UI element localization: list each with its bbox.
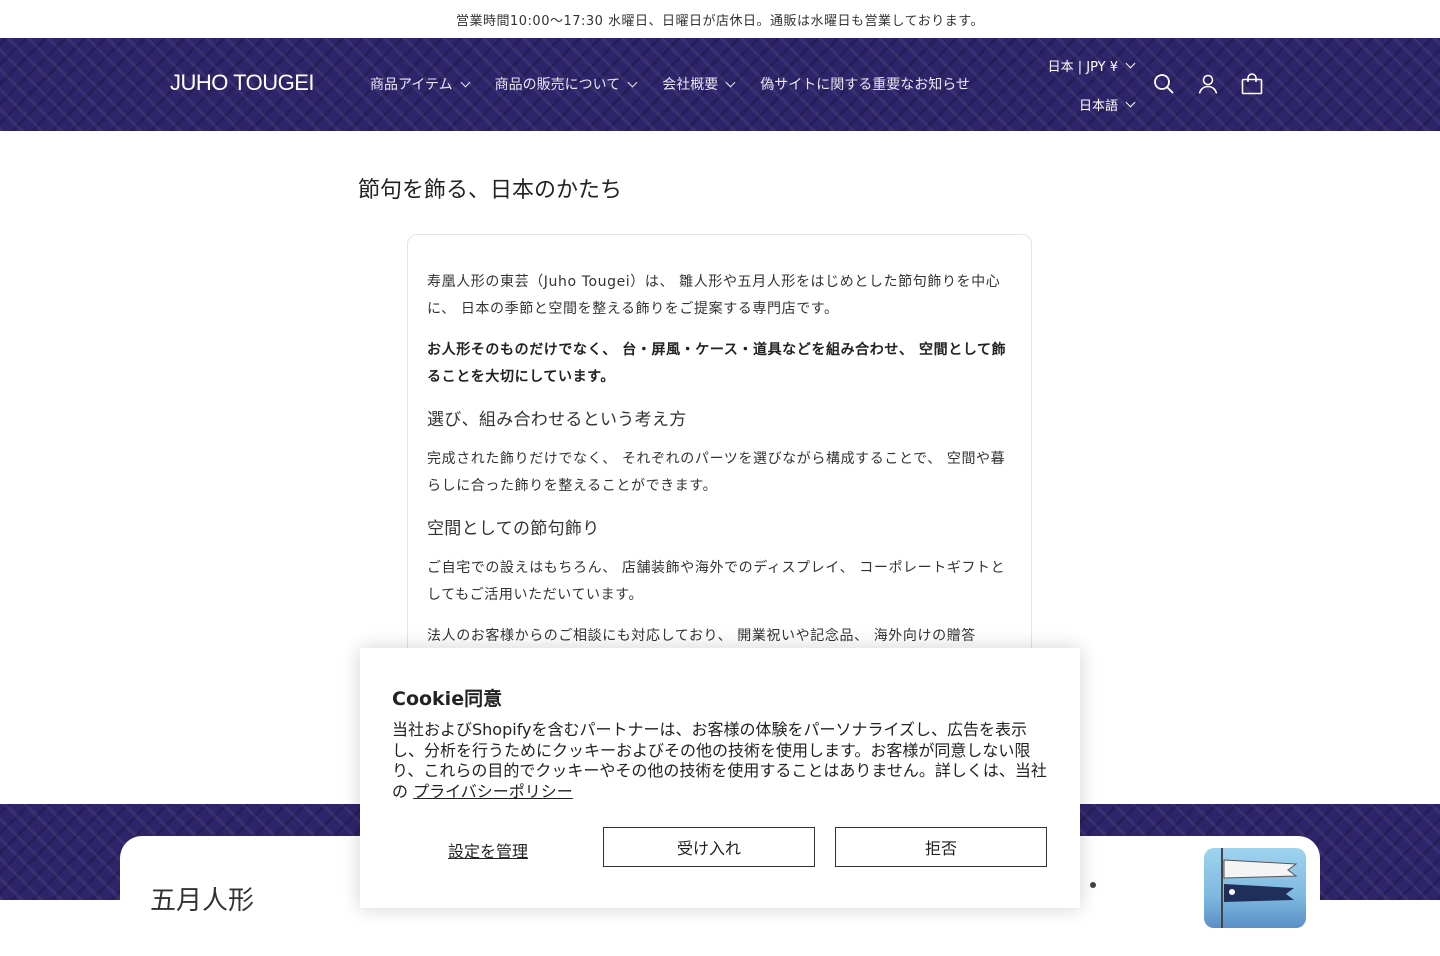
currency-selector[interactable]: 日本 | JPY ¥: [1047, 56, 1136, 75]
content-card: 寿凰人形の東芸（Juho Tougei）は、 雛人形や五月人形をはじめとした節句…: [407, 234, 1032, 694]
section-text: 法人のお客様からのご相談にも対応しており、 開業祝いや記念品、 海外向けの贈答: [427, 628, 976, 644]
nav-item-label: 偽サイトに関する重要なお知らせ: [760, 77, 970, 93]
nav-item-products[interactable]: 商品アイテム: [370, 74, 471, 94]
language-selector[interactable]: 日本語: [1078, 95, 1136, 114]
chevron-down-icon: [1125, 97, 1136, 108]
manage-settings-link[interactable]: 設定を管理: [448, 838, 528, 862]
nav-item-fake-site-notice[interactable]: 偽サイトに関する重要なお知らせ: [760, 74, 970, 94]
cart-icon[interactable]: [1240, 72, 1264, 96]
accept-button[interactable]: 受け入れ: [603, 827, 815, 867]
site-header: JUHO TOUGEI 商品アイテム 商品の販売について 会社概要 偽サイトに関…: [0, 38, 1440, 131]
koinobori-image[interactable]: [1204, 848, 1306, 928]
intro-text: 寿凰人形の東芸（Juho Tougei）は、 雛人形や五月人形をはじめとした節句…: [427, 274, 1001, 317]
cookie-consent-dialog: Cookie同意 当社およびShopifyを含むパートナーは、お客様の体験をパー…: [360, 648, 1080, 908]
nav-item-label: 商品アイテム: [370, 77, 453, 93]
emphasis-text: お人形そのものだけでなく、 台・屏風・ケース・道具などを組み合わせ、 空間として…: [427, 342, 1007, 385]
page-title: 節句を飾る、日本のかたち: [358, 178, 623, 203]
cookie-title: Cookie同意: [392, 688, 503, 710]
privacy-policy-link[interactable]: プライバシーポリシー: [413, 782, 573, 801]
nav-item-label: 会社概要: [662, 77, 719, 93]
chevron-down-icon: [1125, 58, 1136, 69]
nav-item-company[interactable]: 会社概要: [662, 74, 736, 94]
account-icon[interactable]: [1196, 72, 1220, 96]
section-text: ご自宅での設えはもちろん、 店舗装飾や海外でのディスプレイ、 コーポレートギフト…: [427, 560, 1006, 603]
currency-label: 日本 | JPY ¥: [1047, 60, 1118, 75]
bullet-dot: [1090, 882, 1096, 888]
nav-item-label: 商品の販売について: [494, 77, 621, 93]
section-heading: 選び、組み合わせるという考え方: [427, 410, 687, 430]
site-logo[interactable]: JUHO TOUGEI: [170, 70, 315, 96]
announcement-text: 営業時間10:00〜17:30 水曜日、日曜日が店休日。通販は水曜日も営業してお…: [456, 13, 984, 29]
section-text: 完成された飾りだけでなく、 それぞれのパーツを選びながら構成することで、 空間や…: [427, 451, 1006, 494]
search-icon[interactable]: [1152, 72, 1176, 96]
chevron-down-icon: [460, 77, 471, 87]
section-heading: 空間としての節句飾り: [427, 519, 600, 539]
decline-button[interactable]: 拒否: [835, 827, 1047, 867]
cookie-body: 当社およびShopifyを含むパートナーは、お客様の体験をパーソナライズし、広告…: [392, 720, 1052, 802]
chevron-down-icon: [725, 77, 736, 87]
main-nav: 商品アイテム 商品の販売について 会社概要 偽サイトに関する重要なお知らせ: [370, 74, 996, 94]
chevron-down-icon: [627, 77, 638, 87]
collection-title: 五月人形: [150, 886, 255, 916]
nav-item-sales-info[interactable]: 商品の販売について: [494, 74, 638, 94]
announcement-bar: 営業時間10:00〜17:30 水曜日、日曜日が店休日。通販は水曜日も営業してお…: [0, 0, 1440, 38]
language-label: 日本語: [1078, 99, 1118, 114]
